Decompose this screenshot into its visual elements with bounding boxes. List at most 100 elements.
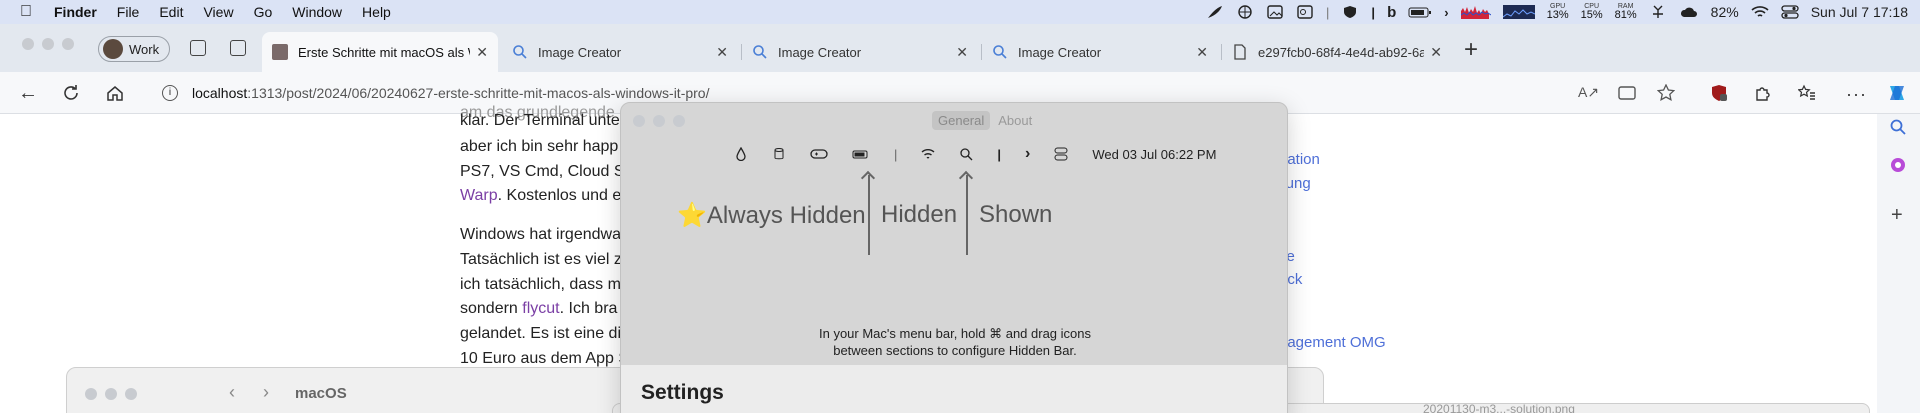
new-tab-icon[interactable]: + [1464,36,1478,64]
menu-edit[interactable]: Edit [159,4,183,20]
sidebar-add-icon[interactable]: + [1891,204,1903,227]
back-icon[interactable]: ← [18,83,38,103]
app-available-icon[interactable] [1618,84,1636,102]
sidebar-search-icon[interactable] [1889,118,1907,136]
control-center-icon[interactable] [1781,5,1799,19]
menu-window[interactable]: Window [292,4,342,20]
edge-sidebar: + [1877,114,1920,413]
menu-file[interactable]: File [117,4,140,20]
zoom-window-button[interactable] [673,115,685,127]
hiddenbar-preferences-window: General About | | › Wed 03 Jul 06:22 PM … [620,102,1288,413]
search-icon [960,148,973,161]
menubar-divider-preview: | [894,146,898,162]
cpu-stat[interactable]: CPU 15% [1581,3,1603,21]
close-tab-icon[interactable]: ✕ [956,44,968,61]
chevron-right-icon[interactable]: › [1444,5,1448,20]
section-hidden: Hidden [881,201,958,228]
extensions-puzzle-icon[interactable] [1754,84,1772,102]
feather-icon[interactable] [1206,5,1224,19]
section-shown: Shown [979,201,1053,228]
minimize-window-button[interactable] [105,388,117,400]
article-line: ich tatsächlich, dass m [460,276,621,293]
reload-icon[interactable] [62,84,80,102]
battery-small-icon[interactable] [1408,5,1432,19]
drop-icon [736,147,746,161]
close-window-button[interactable] [22,38,34,50]
finder-back-icon[interactable]: ‹ [229,382,235,403]
warp-link[interactable]: Warp [460,187,498,204]
finder-forward-icon[interactable]: › [263,382,269,403]
hiddenbar-window-controls [633,115,685,127]
macos-menubar:  Finder File Edit View Go Window Help |… [0,0,1920,24]
cloud-icon[interactable] [1679,5,1699,19]
globe-icon[interactable] [1236,5,1254,19]
tab-image-creator-1[interactable]: Image Creator ✕ [502,32,738,72]
bing-icon[interactable]: b [1387,4,1396,21]
tab-favicon-icon [272,44,288,60]
favorites-list-icon[interactable] [1798,84,1816,102]
copilot-icon[interactable] [1886,82,1908,104]
close-tab-icon[interactable]: ✕ [476,44,488,61]
close-window-button[interactable] [633,115,645,127]
zoom-window-button[interactable] [125,388,137,400]
site-info-icon[interactable]: i [162,85,178,101]
cylinder-icon [774,148,784,160]
article-line: gelandet. Es ist eine di [460,325,621,342]
browser-window-controls [22,38,74,50]
menu-go[interactable]: Go [254,4,273,20]
finder-title: macOS [295,385,347,402]
menubar-clock[interactable]: Sun Jul 7 17:18 [1811,4,1908,20]
menu-finder[interactable]: Finder [54,4,97,20]
tab-image-creator-2[interactable]: Image Creator ✕ [742,32,978,72]
article-line: Warp. Kostenlos und e [460,187,622,204]
tab-erste-schritte[interactable]: Erste Schritte mit macOS als Wi ✕ [262,32,498,72]
article-line: klar. Der Terminal unte [460,112,620,129]
profile-button[interactable]: Work [98,36,171,62]
article-line: Tatsächlich ist es viel z [460,251,622,268]
image-icon[interactable] [1266,5,1284,19]
outlook-icon[interactable] [1296,5,1314,19]
tab-general[interactable]: General [932,111,991,130]
wifi-icon[interactable] [1751,5,1769,19]
zoom-window-button[interactable] [62,38,74,50]
section-always-hidden: ⭐Always Hidden [677,202,866,229]
ublock-extension-icon[interactable] [1710,84,1728,102]
read-aloud-icon[interactable]: A↗ [1578,84,1599,102]
vertical-tabs-icon[interactable] [230,40,246,56]
menu-view[interactable]: View [203,4,233,20]
more-menu-icon[interactable]: ··· [1846,84,1866,104]
tab-about[interactable]: About [992,111,1038,130]
minimize-window-button[interactable] [653,115,665,127]
apple-menu-icon[interactable]:  [20,3,38,21]
tab-uuid-file[interactable]: e297fcb0-68f4-4e4d-ab92-6a ✕ [1222,32,1452,72]
collections-icon[interactable] [190,40,206,56]
battery-percent[interactable]: 82% [1711,4,1739,20]
article-line: sondern flycut. Ich bra [460,300,618,317]
tab-image-creator-3[interactable]: Image Creator ✕ [982,32,1218,72]
article-line: Windows hat irgendwa [460,226,621,243]
home-icon[interactable] [106,84,124,102]
gpu-stat[interactable]: GPU 13% [1547,3,1569,21]
search-icon [513,45,527,59]
network-graph-icon [1460,6,1491,19]
close-tab-icon[interactable]: ✕ [1430,44,1442,61]
minimize-window-button[interactable] [42,38,54,50]
close-window-button[interactable] [85,388,97,400]
shield-icon[interactable] [1341,5,1359,19]
separator-arrow [868,175,870,255]
wifi-icon [921,149,935,159]
favorite-star-icon[interactable] [1657,84,1675,102]
toc-link[interactable]: nagement OMG [1279,334,1386,351]
ram-stat[interactable]: RAM 81% [1615,3,1637,21]
browser-tabstrip: Work Erste Schritte mit macOS als Wi ✕ I… [0,24,1920,72]
profile-label: Work [129,41,160,57]
close-tab-icon[interactable]: ✕ [716,44,728,61]
close-tab-icon[interactable]: ✕ [1196,44,1208,61]
menu-help[interactable]: Help [362,4,391,20]
document-icon [1234,44,1246,60]
flycut-link[interactable]: flycut [522,300,559,317]
fork-icon[interactable] [1649,5,1667,19]
search-icon [753,45,767,59]
menubar-divider-preview: | [997,146,1002,162]
sidebar-office-icon[interactable] [1889,156,1907,174]
